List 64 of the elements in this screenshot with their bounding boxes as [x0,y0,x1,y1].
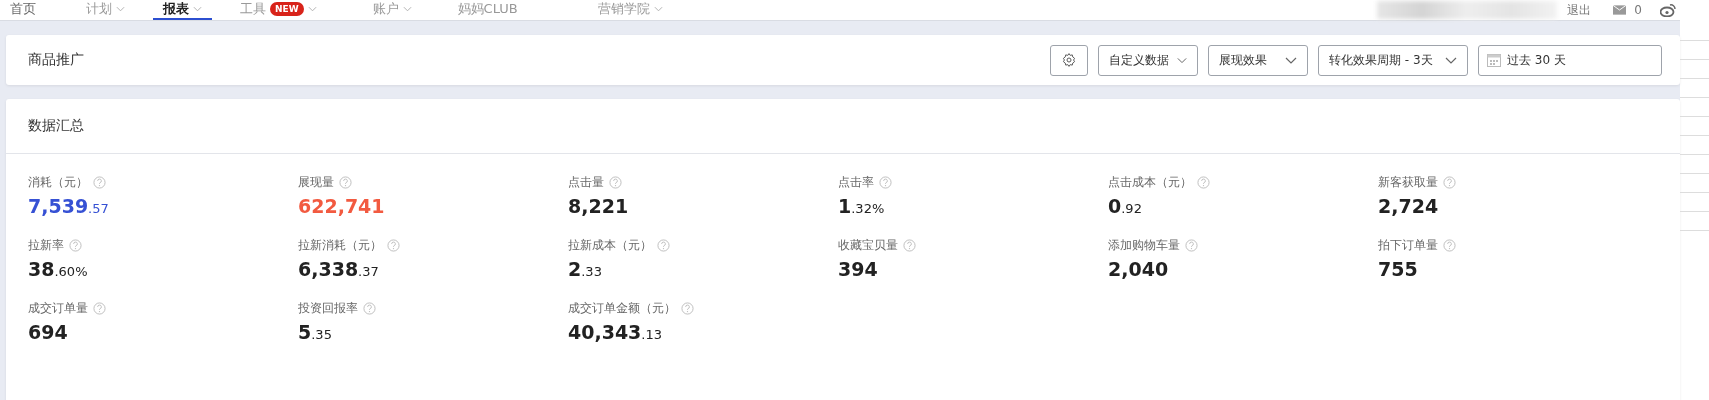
metric-value: 394 [838,258,878,280]
panel-title: 数据汇总 [28,117,84,135]
dropdown-select[interactable]: 转化效果周期 - 3天 [1318,44,1468,76]
nav-tab[interactable]: 工具 NEW [230,0,327,20]
metric-value: 622,741 [298,195,385,217]
metric-value: 1.32% [838,195,885,217]
metric-label: 点击率 [838,174,874,191]
help-icon[interactable] [363,302,376,315]
help-icon[interactable] [681,302,694,315]
metric-value: 694 [28,321,68,343]
metric-value: 8,221 [568,195,629,217]
metric-value: 755 [1378,258,1418,280]
help-icon[interactable] [1185,239,1198,252]
settings-icon [1061,52,1077,68]
mail-icon[interactable] [1613,5,1627,15]
metric-label: 成交订单金额（元） [568,300,676,317]
nav-tab[interactable]: 报表 [153,0,212,20]
metric-value: 40,343.13 [568,321,662,343]
metric-label: 添加购物车量 [1108,237,1180,254]
help-icon[interactable] [609,176,622,189]
help-icon[interactable] [93,302,106,315]
help-icon[interactable] [1443,176,1456,189]
metric-label: 拍下订单量 [1378,237,1438,254]
chevron-down-icon [1285,56,1297,64]
calendar-icon [1487,53,1501,67]
message-count: 0 [1634,3,1642,17]
metric-label: 拉新成本（元） [568,237,652,254]
help-icon[interactable] [903,239,916,252]
nav-tab[interactable]: 首页 [0,0,46,20]
logout-link[interactable]: 退出 [1567,1,1592,19]
metric-label: 消耗（元） [28,174,88,191]
metric-value: 6,338.37 [298,258,379,280]
metric-label: 投资回报率 [298,300,358,317]
metric-value: 7,539.57 [28,195,109,217]
help-icon[interactable] [93,176,106,189]
metric-value: 2.33 [568,258,602,280]
dropdown-select[interactable]: 展现效果 [1208,44,1308,76]
metric-label: 拉新消耗（元） [298,237,382,254]
help-icon[interactable] [1443,239,1456,252]
panel-title: 商品推广 [28,51,84,69]
metric-label: 成交订单量 [28,300,88,317]
help-icon[interactable] [657,239,670,252]
metric-label: 收藏宝贝量 [838,237,898,254]
weibo-icon[interactable] [1660,3,1676,17]
metric-value: 5.35 [298,321,332,343]
metric-value: 2,040 [1108,258,1169,280]
help-icon[interactable] [879,176,892,189]
chevron-down-icon [1177,56,1187,64]
help-icon[interactable] [1197,176,1210,189]
help-icon[interactable] [69,239,82,252]
metric-value: 0.92 [1108,195,1142,217]
help-icon[interactable] [339,176,352,189]
metric-label: 点击量 [568,174,604,191]
metric-value: 2,724 [1378,195,1439,217]
metric-label: 点击成本（元） [1108,174,1192,191]
date-range-field[interactable]: 过去 30 天 [1478,44,1662,76]
help-icon[interactable] [387,239,400,252]
dropdown-select[interactable]: 自定义数据 [1098,44,1198,76]
metric-label: 展现量 [298,174,334,191]
chevron-down-icon [1445,56,1457,64]
metric-value: 38.60% [28,258,88,280]
metric-label: 拉新率 [28,237,64,254]
metric-label: 新客获取量 [1378,174,1438,191]
settings-button[interactable] [1050,44,1088,76]
